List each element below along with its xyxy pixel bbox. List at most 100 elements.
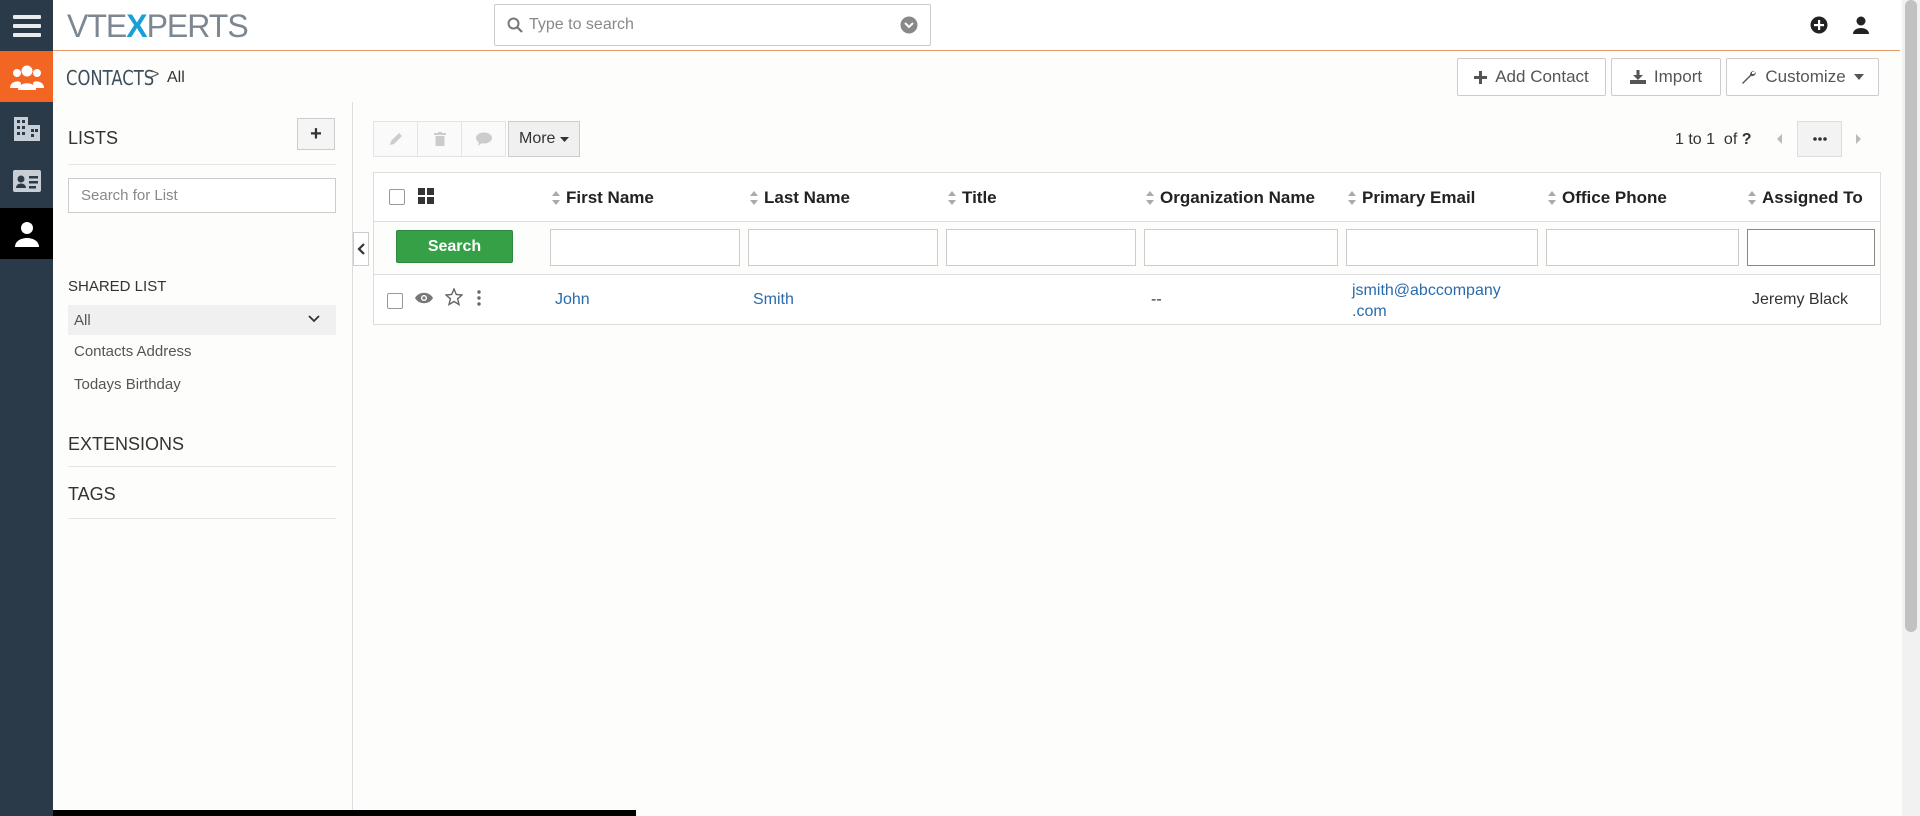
add-list-button[interactable]: + (297, 118, 335, 150)
list-item-todays-birthday[interactable]: Todays Birthday (68, 369, 336, 399)
sort-icon (1548, 191, 1556, 205)
next-page-button[interactable] (1846, 121, 1872, 157)
sort-icon (750, 191, 758, 205)
cell-primary-email[interactable]: jsmith@abccompany .com (1352, 280, 1501, 322)
column-header-primary-email[interactable]: Primary Email (1348, 188, 1475, 208)
previous-page-button[interactable] (1767, 121, 1793, 157)
bottom-bar (53, 810, 636, 816)
caret-down-icon (1853, 74, 1864, 80)
user-profile-icon[interactable] (1849, 13, 1873, 37)
list-search-input[interactable] (68, 178, 336, 213)
cell-first-name[interactable]: John (555, 291, 590, 309)
cell-assigned-to: Jeremy Black (1752, 291, 1849, 308)
cell-last-name[interactable]: Smith (753, 291, 794, 309)
chevron-right-icon (1856, 134, 1861, 144)
filter-input-organization[interactable] (1144, 229, 1338, 266)
customize-button[interactable]: Customize (1726, 58, 1879, 96)
column-settings-icon[interactable] (418, 188, 434, 204)
wrench-icon (1742, 70, 1757, 84)
global-search-input[interactable] (523, 16, 900, 34)
chevron-left-icon (357, 243, 365, 255)
delete-button[interactable] (417, 121, 462, 157)
column-header-assigned-to[interactable]: Assigned To (1748, 188, 1863, 208)
contact-icon[interactable] (0, 208, 53, 259)
filter-input-assigned-to[interactable] (1747, 229, 1875, 266)
eye-icon[interactable] (415, 292, 433, 304)
quick-create-icon[interactable] (1807, 13, 1831, 37)
filter-input-first-name[interactable] (550, 229, 740, 266)
menu-icon[interactable] (0, 0, 53, 51)
filter-input-primary-email[interactable] (1346, 229, 1538, 266)
list-item-contacts-address[interactable]: Contacts Address (68, 336, 336, 366)
column-header-office-phone[interactable]: Office Phone (1548, 188, 1667, 208)
page-jump-button[interactable] (1797, 121, 1842, 157)
lists-heading: LISTS (68, 128, 119, 148)
column-header-title[interactable]: Title (948, 188, 997, 208)
caret-down-icon (560, 136, 570, 142)
add-contact-button[interactable]: Add Contact (1457, 58, 1606, 96)
column-header-last-name[interactable]: Last Name (750, 188, 850, 208)
filter-row: Search (374, 222, 1880, 275)
vtexperts-logo[interactable]: VTEXPERTS (67, 8, 249, 45)
divider (68, 518, 336, 519)
collapse-sidebar-button[interactable] (353, 232, 369, 266)
column-header-first-name[interactable]: First Name (552, 188, 654, 208)
table-header: First Name Last Name Title Organization … (374, 173, 1880, 222)
trash-icon (433, 132, 446, 146)
page-scrollbar[interactable] (1902, 0, 1920, 816)
select-all-checkbox[interactable] (389, 189, 405, 205)
sort-icon (948, 191, 956, 205)
lists-sidebar: LISTS + SHARED LIST All Contacts Address… (53, 102, 353, 816)
customize-label: Customize (1765, 67, 1846, 86)
id-card-icon[interactable] (0, 155, 53, 207)
ellipsis-icon (1812, 137, 1827, 141)
list-item-label: All (74, 311, 91, 329)
table-row[interactable]: John Smith -- jsmith@abccompany .com Jer… (374, 276, 1880, 324)
sort-icon (1146, 191, 1154, 205)
organizations-icon[interactable] (0, 102, 53, 154)
sort-icon (1348, 191, 1356, 205)
star-icon[interactable] (445, 288, 463, 306)
page-total[interactable]: ? (1742, 131, 1752, 148)
tags-heading[interactable]: TAGS (68, 484, 116, 505)
page-of: of (1723, 131, 1738, 148)
divider (68, 466, 336, 467)
list-item-label: Todays Birthday (74, 375, 181, 393)
scrollbar-thumb[interactable] (1905, 0, 1917, 632)
sort-icon (1748, 191, 1756, 205)
breadcrumb-view: All (167, 69, 185, 86)
page-range: 1 to 1 (1675, 131, 1716, 148)
import-button[interactable]: Import (1611, 58, 1721, 96)
plus-icon (1474, 70, 1488, 84)
more-vertical-icon[interactable] (477, 290, 481, 306)
comment-button[interactable] (461, 121, 506, 157)
pencil-icon (389, 133, 402, 145)
chevron-left-icon (1777, 134, 1782, 144)
filter-input-office-phone[interactable] (1546, 229, 1739, 266)
extensions-heading[interactable]: EXTENSIONS (68, 434, 184, 455)
breadcrumb-module[interactable]: CONTACTS (66, 66, 154, 90)
more-label: More (519, 130, 556, 147)
more-actions-button[interactable]: More (508, 121, 581, 157)
search-button[interactable]: Search (396, 230, 513, 263)
download-icon (1629, 70, 1646, 84)
import-label: Import (1653, 67, 1703, 86)
list-item-all[interactable]: All (68, 305, 336, 335)
module-header: CONTACTS > All Add Contact Import Custom… (53, 52, 1900, 102)
email-line: .com (1352, 303, 1387, 320)
filter-input-title[interactable] (946, 229, 1136, 266)
global-search-box[interactable] (494, 4, 931, 46)
list-actions-toolbar: More (373, 121, 581, 157)
filter-input-last-name[interactable] (748, 229, 938, 266)
chevron-down-icon[interactable] (308, 315, 320, 323)
divider (68, 164, 336, 165)
row-checkbox[interactable] (387, 293, 403, 309)
contacts-group-icon[interactable] (0, 51, 53, 102)
search-options-icon[interactable] (900, 16, 918, 34)
sort-icon (552, 191, 560, 205)
search-icon (507, 17, 523, 33)
column-header-organization[interactable]: Organization Name (1146, 188, 1315, 208)
left-rail (0, 0, 53, 816)
email-line: jsmith@abccompany (1352, 282, 1501, 299)
edit-button[interactable] (373, 121, 418, 157)
